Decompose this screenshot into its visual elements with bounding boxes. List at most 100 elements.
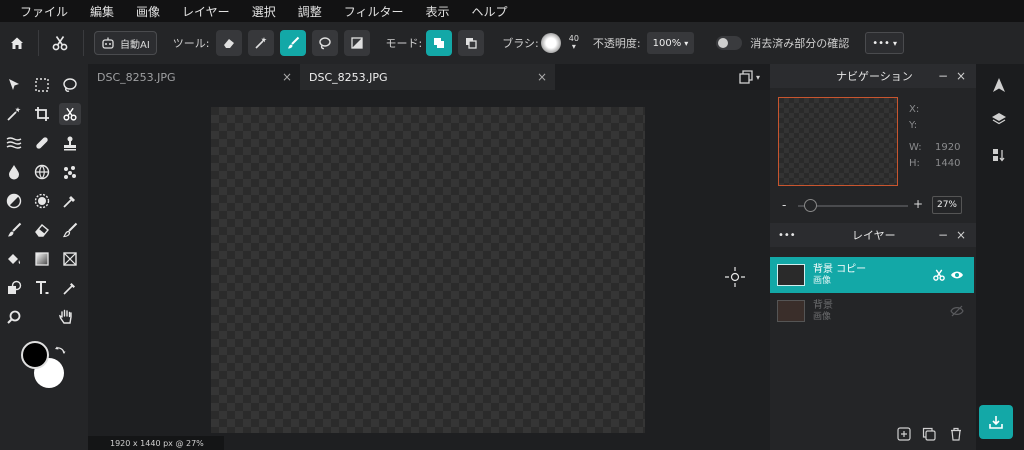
layer-thumbnail — [777, 300, 805, 322]
tool-hand[interactable] — [55, 306, 77, 328]
tool-stamp[interactable] — [59, 132, 81, 154]
layer-item-background[interactable]: 背景 画像 — [770, 293, 974, 329]
menu-filter[interactable]: フィルター — [344, 3, 404, 20]
tool-brush[interactable] — [3, 219, 25, 241]
scissors-icon[interactable] — [932, 268, 946, 282]
navigator-y-label: Y: — [909, 120, 918, 131]
menu-help[interactable]: ヘルプ — [472, 3, 508, 20]
minimize-icon[interactable]: − — [938, 228, 948, 242]
close-icon[interactable]: × — [956, 228, 966, 242]
tool-cutout[interactable] — [59, 103, 81, 125]
close-icon[interactable]: × — [282, 70, 292, 84]
tool-magic-wand[interactable] — [3, 103, 25, 125]
layers-toggle-button[interactable] — [988, 108, 1010, 130]
tool-eyedropper[interactable] — [59, 277, 81, 299]
minimize-icon[interactable]: − — [938, 69, 948, 83]
tool-fill[interactable] — [3, 248, 25, 270]
tool-brush-button[interactable] — [279, 30, 306, 56]
tool-text[interactable] — [31, 277, 53, 299]
navigator-toggle-button[interactable] — [988, 74, 1010, 96]
layers-title: レイヤー — [852, 229, 896, 242]
opacity-dropdown[interactable]: 100% ▾ — [646, 32, 695, 54]
duplicate-layer-icon[interactable] — [922, 427, 936, 441]
eye-hidden-icon[interactable] — [950, 305, 964, 317]
tool-blur[interactable] — [3, 161, 25, 183]
tool-color-replace[interactable] — [59, 219, 81, 241]
close-icon[interactable]: × — [537, 70, 547, 84]
eye-icon[interactable] — [950, 269, 964, 281]
tool-zoom[interactable] — [3, 306, 25, 328]
erased-check-toggle[interactable] — [716, 36, 743, 50]
paint-brush-icon — [62, 222, 78, 238]
sun-icon — [34, 193, 50, 209]
swap-colors-button[interactable] — [54, 342, 66, 361]
tool-move[interactable] — [3, 74, 25, 96]
menu-layer[interactable]: レイヤー — [182, 3, 230, 20]
tool-pixelate[interactable] — [59, 161, 81, 183]
window-arrange-button[interactable]: ▾ — [739, 70, 760, 84]
tool-dodge[interactable] — [3, 190, 25, 212]
erased-check-label: 消去済み部分の確認 — [750, 37, 850, 50]
tool-shape-button[interactable] — [343, 30, 370, 56]
menu-view[interactable]: 表示 — [425, 3, 449, 20]
tool-heal[interactable] — [31, 132, 53, 154]
tool-marquee[interactable] — [31, 74, 53, 96]
download-button[interactable] — [979, 405, 1013, 439]
add-layer-icon[interactable] — [897, 427, 911, 441]
waves-icon — [6, 137, 22, 149]
tool-eraser-button[interactable] — [215, 30, 242, 56]
zoom-slider-handle[interactable] — [804, 199, 817, 212]
tab-document-2[interactable]: DSC_8253.JPG × — [300, 64, 555, 90]
zoom-value-field[interactable]: 27% — [932, 196, 962, 214]
tool-lasso[interactable] — [59, 74, 81, 96]
mode-subtract-icon — [466, 38, 477, 49]
tool-frame[interactable] — [59, 248, 81, 270]
menu-select[interactable]: 選択 — [252, 3, 276, 20]
tool-sponge[interactable] — [31, 161, 53, 183]
menu-adjust[interactable]: 調整 — [298, 3, 322, 20]
image-canvas[interactable] — [211, 107, 645, 433]
image-frame-icon — [63, 252, 77, 266]
trash-icon[interactable] — [949, 427, 963, 441]
tool-shape[interactable] — [3, 277, 25, 299]
layer-thumbnail — [777, 264, 805, 286]
tool-magic-wand-button[interactable] — [247, 30, 274, 56]
zoom-out-button[interactable]: - — [782, 198, 786, 212]
hand-icon — [58, 309, 72, 324]
magic-wand-icon — [7, 107, 21, 121]
layers-menu-icon[interactable]: ••• — [778, 230, 796, 241]
menu-edit[interactable]: 編集 — [90, 3, 114, 20]
tool-eyedropper-color[interactable] — [59, 190, 81, 212]
zoom-in-button[interactable]: + — [913, 197, 923, 211]
options-toolbar: 自動AI ツール: モード: ブラシ: 40 ▾ 不透明度: 100% ▾ 消去… — [0, 22, 1024, 64]
auto-ai-button[interactable]: 自動AI — [94, 31, 157, 55]
history-toggle-button[interactable] — [988, 144, 1010, 166]
more-options-button[interactable]: ••• ▾ — [865, 32, 904, 54]
robot-icon — [102, 37, 114, 49]
tool-lasso-button[interactable] — [311, 30, 338, 56]
tool-label: ツール: — [172, 37, 210, 50]
tool-burn[interactable] — [31, 190, 53, 212]
brush-preview[interactable] — [540, 33, 561, 53]
tool-gradient[interactable] — [31, 248, 53, 270]
navigator-preview[interactable] — [778, 97, 898, 186]
tool-crop[interactable] — [31, 103, 53, 125]
eyedropper-icon — [63, 196, 75, 208]
scissors-icon — [52, 36, 68, 51]
close-icon[interactable]: × — [956, 69, 966, 83]
navigator-h-label: H: — [909, 158, 920, 169]
tab-document-1[interactable]: DSC_8253.JPG × — [88, 64, 300, 90]
mode-subtract-button[interactable] — [458, 30, 485, 56]
brush-size-control[interactable]: 40 ▾ — [569, 35, 579, 51]
home-button[interactable] — [4, 30, 30, 56]
foreground-color-swatch[interactable] — [21, 341, 49, 369]
tool-liquify[interactable] — [3, 132, 25, 154]
paint-bucket-icon — [8, 254, 21, 264]
mode-add-button[interactable] — [426, 30, 453, 56]
cutout-tool-button[interactable] — [47, 30, 73, 56]
menu-image[interactable]: 画像 — [136, 3, 160, 20]
menu-file[interactable]: ファイル — [20, 3, 68, 20]
tool-eraser[interactable] — [31, 219, 53, 241]
layer-item-background-copy[interactable]: 背景 コピー 画像 — [770, 257, 974, 293]
stamp-icon — [64, 136, 76, 151]
